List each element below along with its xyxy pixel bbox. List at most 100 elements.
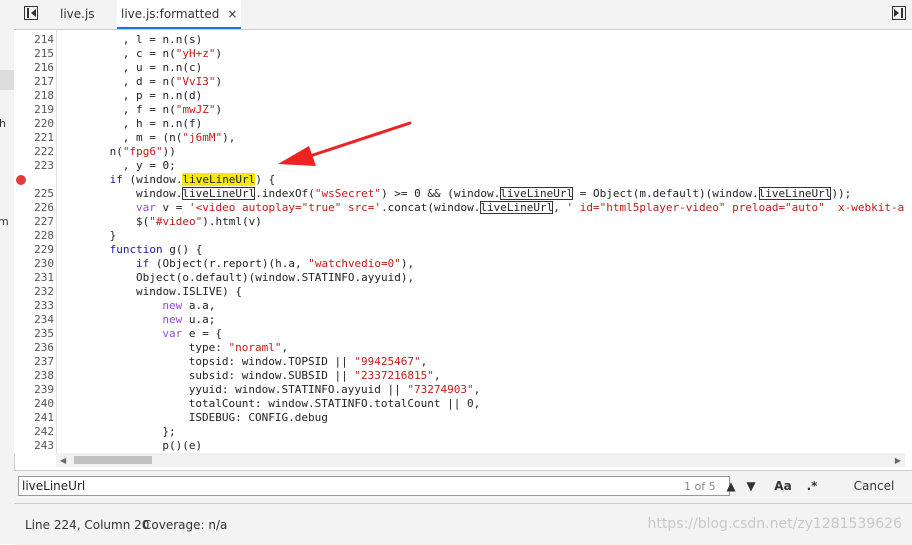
line-number[interactable]: 243 <box>14 439 54 453</box>
code-token: ) >= 0 && (window. <box>381 187 501 200</box>
code-line[interactable]: , d = n("VvI3") <box>123 75 222 89</box>
line-number[interactable]: 218 <box>14 89 54 103</box>
line-number[interactable]: 229 <box>14 243 54 257</box>
line-number[interactable]: 226 <box>14 201 54 215</box>
code-line[interactable]: , c = n("yH+z") <box>123 47 222 61</box>
next-match-button[interactable]: ▼ <box>742 476 760 496</box>
line-number[interactable]: 230 <box>14 257 54 271</box>
match-case-button[interactable]: Aa <box>770 476 796 496</box>
code-line[interactable]: , l = n.n(s) <box>123 33 202 47</box>
code-line[interactable]: window.ISLIVE) { <box>136 285 242 299</box>
line-number-gutter[interactable]: 214 215 216 217 218 219 220 221 222 223 224 225 226 2… <box>14 30 54 453</box>
code-token: "2337216815" <box>354 369 434 382</box>
code-token: , u = n.n(c) <box>122 61 203 74</box>
scroll-left-icon[interactable]: ◀ <box>60 456 66 465</box>
line-number[interactable]: 234 <box>14 313 54 327</box>
search-input[interactable] <box>18 476 730 496</box>
search-match: liveLineUrl <box>758 187 832 200</box>
previous-match-button[interactable]: ▲ <box>722 476 740 496</box>
code-line[interactable]: n("fpg6")) <box>110 145 176 159</box>
line-number[interactable]: 215 <box>14 47 54 61</box>
line-number[interactable]: 240 <box>14 397 54 411</box>
code-token: , p = n.n(d) <box>122 89 203 102</box>
code-line[interactable]: type: "noraml", <box>189 341 288 355</box>
code-line[interactable]: window.liveLineUrl.indexOf("wsSecret") >… <box>136 187 851 201</box>
toggle-navigator-icon[interactable] <box>24 6 38 20</box>
close-tab-icon[interactable]: × <box>227 7 237 21</box>
breakpoint-icon[interactable] <box>16 175 26 185</box>
horizontal-scrollbar[interactable]: ◀ ▶ <box>56 453 905 467</box>
line-number[interactable]: 228 <box>14 229 54 243</box>
tab-live-js[interactable]: live.js <box>60 0 95 29</box>
code-line[interactable]: new a.a, <box>162 299 215 313</box>
code-token: totalCount: window.STATINFO.totalCount |… <box>188 397 481 410</box>
code-line[interactable]: yyuid: window.STATINFO.ayyuid || "732749… <box>189 383 480 397</box>
code-line[interactable]: $("#video").html(v) <box>136 215 262 229</box>
search-highlight: liveLineUrl <box>182 173 256 186</box>
code-token: g() { <box>162 243 203 256</box>
line-number[interactable]: 214 <box>14 33 54 47</box>
code-line[interactable]: } <box>110 229 117 243</box>
code-line[interactable]: , f = n("mwJZ") <box>123 103 222 117</box>
line-number[interactable]: 239 <box>14 383 54 397</box>
line-number[interactable]: 225 <box>14 187 54 201</box>
line-number[interactable]: 222 <box>14 145 54 159</box>
line-number[interactable]: 220 <box>14 117 54 131</box>
code-token: topsid: window.TOPSID || <box>188 355 355 368</box>
line-number[interactable]: 238 <box>14 369 54 383</box>
code-line[interactable]: topsid: window.TOPSID || "99425467", <box>189 355 427 369</box>
code-token: u.a; <box>182 313 216 326</box>
line-number[interactable]: 227 <box>14 215 54 229</box>
code-token: ) <box>215 75 223 88</box>
breakpoint-marker[interactable] <box>16 174 68 186</box>
code-line[interactable]: , m = (n("j6mM"), <box>123 131 236 145</box>
regex-button[interactable]: .* <box>802 476 822 496</box>
line-number[interactable]: 237 <box>14 355 54 369</box>
code-token: ), <box>400 257 415 270</box>
navigator-selected-row[interactable] <box>0 70 14 90</box>
code-line[interactable]: p()(e) <box>162 439 202 453</box>
line-number[interactable]: 233 <box>14 299 54 313</box>
scrollbar-thumb[interactable] <box>74 456 152 464</box>
code-token: new <box>162 299 183 312</box>
line-number[interactable]: 221 <box>14 131 54 145</box>
cancel-button[interactable]: Cancel <box>836 475 912 497</box>
code-token: p()(e) <box>162 439 203 452</box>
line-number[interactable]: 219 <box>14 103 54 117</box>
code-token: if <box>136 257 150 270</box>
line-number[interactable]: 241 <box>14 411 54 425</box>
code-editor[interactable]: 214 215 216 217 218 219 220 221 222 223 224 225 226 2… <box>14 30 905 453</box>
line-number[interactable]: 232 <box>14 285 54 299</box>
line-number[interactable]: 216 <box>14 61 54 75</box>
code-line[interactable]: , u = n.n(c) <box>123 61 202 75</box>
code-line[interactable]: subsid: window.SUBSID || "2337216815", <box>189 369 441 383</box>
scroll-right-icon[interactable]: ▶ <box>895 456 901 465</box>
line-number[interactable]: 235 <box>14 327 54 341</box>
code-line[interactable]: var e = { <box>162 327 222 341</box>
toggle-debugger-icon[interactable] <box>892 6 906 20</box>
code-line[interactable]: , h = n.n(f) <box>123 117 202 131</box>
code-line[interactable]: new u.a; <box>162 313 215 327</box>
search-match: liveLineUrl <box>480 201 554 214</box>
code-line[interactable]: if (Object(r.report)(h.a, "watchvedio=0"… <box>136 257 414 271</box>
code-line[interactable]: totalCount: window.STATINFO.totalCount |… <box>189 397 480 411</box>
code-line[interactable]: Object(o.default)(window.STATINFO.ayyuid… <box>136 271 414 285</box>
code-token: ) { <box>255 173 276 186</box>
line-number[interactable]: 217 <box>14 75 54 89</box>
tab-live-js-formatted[interactable]: live.js:formatted × <box>117 0 242 29</box>
code-line[interactable]: ISDEBUG: CONFIG.debug <box>189 411 328 425</box>
code-line[interactable]: function g() { <box>110 243 203 257</box>
code-line[interactable]: , p = n.n(d) <box>123 89 202 103</box>
code-line[interactable]: , y = 0; <box>123 159 176 173</box>
line-number[interactable]: 231 <box>14 271 54 285</box>
line-number[interactable]: 242 <box>14 425 54 439</box>
line-number[interactable]: 223 <box>14 159 54 173</box>
code-token: "yH+z" <box>175 47 216 60</box>
code-token: v = <box>155 201 189 214</box>
code-line[interactable]: if (window.liveLineUrl) { <box>110 173 276 187</box>
code-token: function <box>109 243 163 256</box>
code-token: }; <box>162 425 176 438</box>
line-number[interactable]: 236 <box>14 341 54 355</box>
code-line[interactable]: var v = '<video autoplay="true" src='.co… <box>136 201 905 215</box>
code-line[interactable]: }; <box>162 425 175 439</box>
